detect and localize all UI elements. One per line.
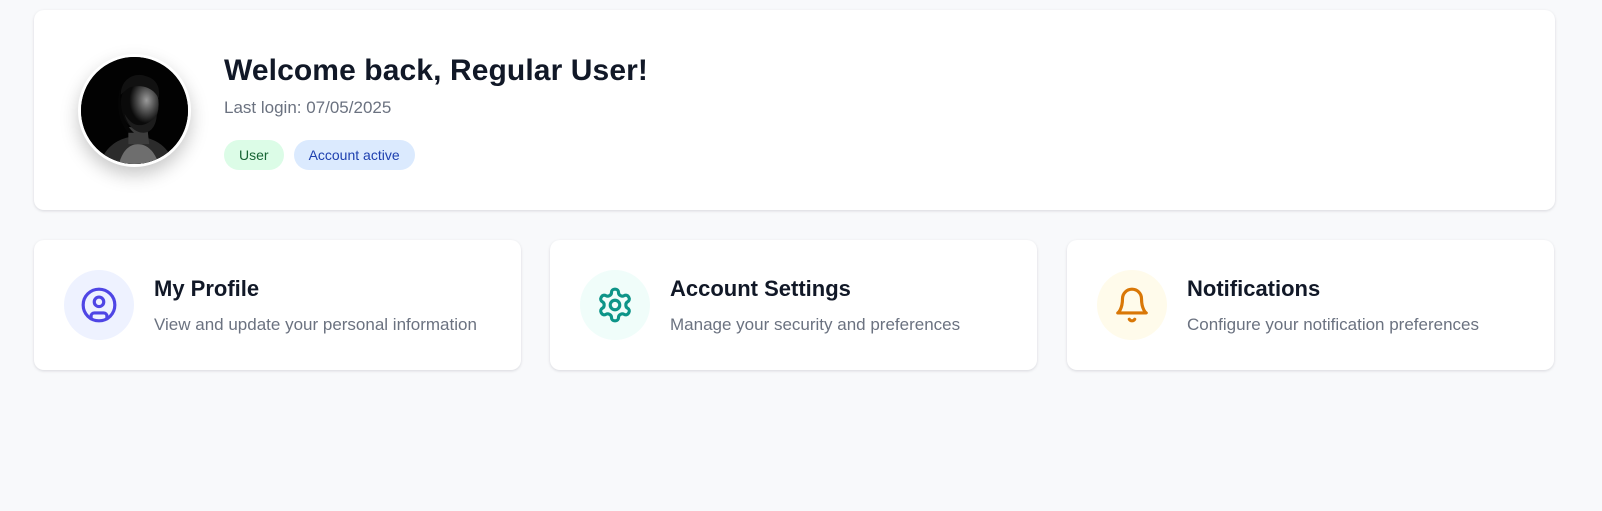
notifications-card[interactable]: Notifications Configure your notificatio… [1067, 240, 1554, 370]
welcome-heading: Welcome back, Regular User! [224, 54, 648, 87]
settings-icon-circle [580, 270, 650, 340]
my-profile-card[interactable]: My Profile View and update your personal… [34, 240, 521, 370]
welcome-card: Welcome back, Regular User! Last login: … [34, 10, 1555, 210]
profile-icon-circle [64, 270, 134, 340]
card-description: Configure your notification preferences [1187, 315, 1479, 334]
account-settings-card[interactable]: Account Settings Manage your security an… [550, 240, 1037, 370]
dashboard-page: Welcome back, Regular User! Last login: … [0, 0, 1602, 511]
user-circle-icon [81, 287, 117, 323]
card-description: View and update your personal informatio… [154, 315, 477, 334]
avatar [78, 54, 191, 167]
card-title: Account Settings [670, 276, 851, 301]
badge-group: User Account active [224, 140, 415, 170]
card-title: Notifications [1187, 276, 1321, 301]
avatar-photo [81, 57, 188, 164]
role-badge: User [224, 140, 284, 170]
bell-icon [1116, 287, 1148, 323]
card-title: My Profile [154, 276, 260, 301]
gear-icon [599, 287, 631, 323]
card-description: Manage your security and preferences [670, 315, 961, 334]
account-status-badge: Account active [293, 140, 415, 170]
notifications-icon-circle [1097, 270, 1167, 340]
last-login-text: Last login: 07/05/2025 [224, 98, 392, 117]
